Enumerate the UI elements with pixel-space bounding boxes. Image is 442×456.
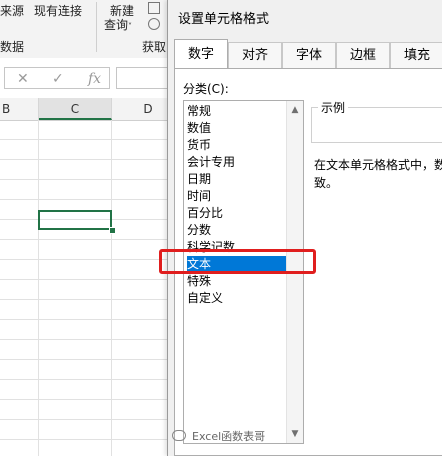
category-fraction[interactable]: 分数 [187,222,287,239]
column-header-row: B C D [0,98,185,121]
category-custom[interactable]: 自定义 [187,290,287,307]
table-icon[interactable] [148,2,160,14]
insert-function-icon[interactable]: fx [88,71,101,87]
wechat-icon [172,430,186,441]
category-number[interactable]: 数值 [187,120,287,137]
category-special[interactable]: 特殊 [187,273,287,290]
red-highlight-annotation [159,249,316,274]
column-header-b[interactable]: B [0,98,39,120]
data-group-label: 数据 [0,40,25,54]
format-description: 在文本单元格格式中，数 致。 [314,158,442,190]
existing-connections-button[interactable]: 现有连接 [34,2,82,19]
formula-bar: ✕ ✓ fx [0,58,172,99]
new-query-dropdown[interactable]: 查询˅ [104,16,132,33]
ribbon-separator [96,2,97,52]
get-transform-group-label: 获取 [142,40,167,54]
from-source-button[interactable]: 来源 [0,2,24,19]
tab-fill[interactable]: 填充 [390,42,442,68]
tab-alignment[interactable]: 对齐 [228,42,282,68]
tab-font[interactable]: 字体 [282,42,336,68]
sample-label: 示例 [318,99,349,116]
column-header-c[interactable]: C [39,98,112,120]
enter-icon[interactable]: ✓ [52,71,64,87]
fill-handle[interactable] [109,227,116,234]
format-cells-dialog: 设置单元格格式 数字 对齐 字体 边框 填充 分类(C): 常规 数值 货币 会… [167,0,442,456]
recent-sources-icon[interactable] [148,18,160,30]
scroll-down-icon[interactable]: ▼ [287,426,303,442]
scroll-up-icon[interactable]: ▲ [287,102,303,118]
category-currency[interactable]: 货币 [187,137,287,154]
tab-number[interactable]: 数字 [174,39,228,69]
ribbon: 来源 现有连接 新建 查询˅ 数据 获取 [0,0,170,59]
cancel-icon[interactable]: ✕ [17,71,29,87]
formula-input[interactable] [116,67,172,89]
category-general[interactable]: 常规 [187,103,287,120]
category-label: 分类(C): [183,82,229,96]
category-time[interactable]: 时间 [187,188,287,205]
chevron-down-icon: ˅ [128,22,133,31]
dialog-title: 设置单元格格式 [178,12,270,27]
tab-border[interactable]: 边框 [336,42,390,68]
category-date[interactable]: 日期 [187,171,287,188]
category-percentage[interactable]: 百分比 [187,205,287,222]
worksheet-grid[interactable] [0,120,170,456]
category-accounting[interactable]: 会计专用 [187,154,287,171]
selected-cell[interactable] [38,210,112,230]
watermark: Excel函数表哥 [172,428,265,444]
tab-strip: 数字 对齐 字体 边框 填充 [168,39,442,69]
